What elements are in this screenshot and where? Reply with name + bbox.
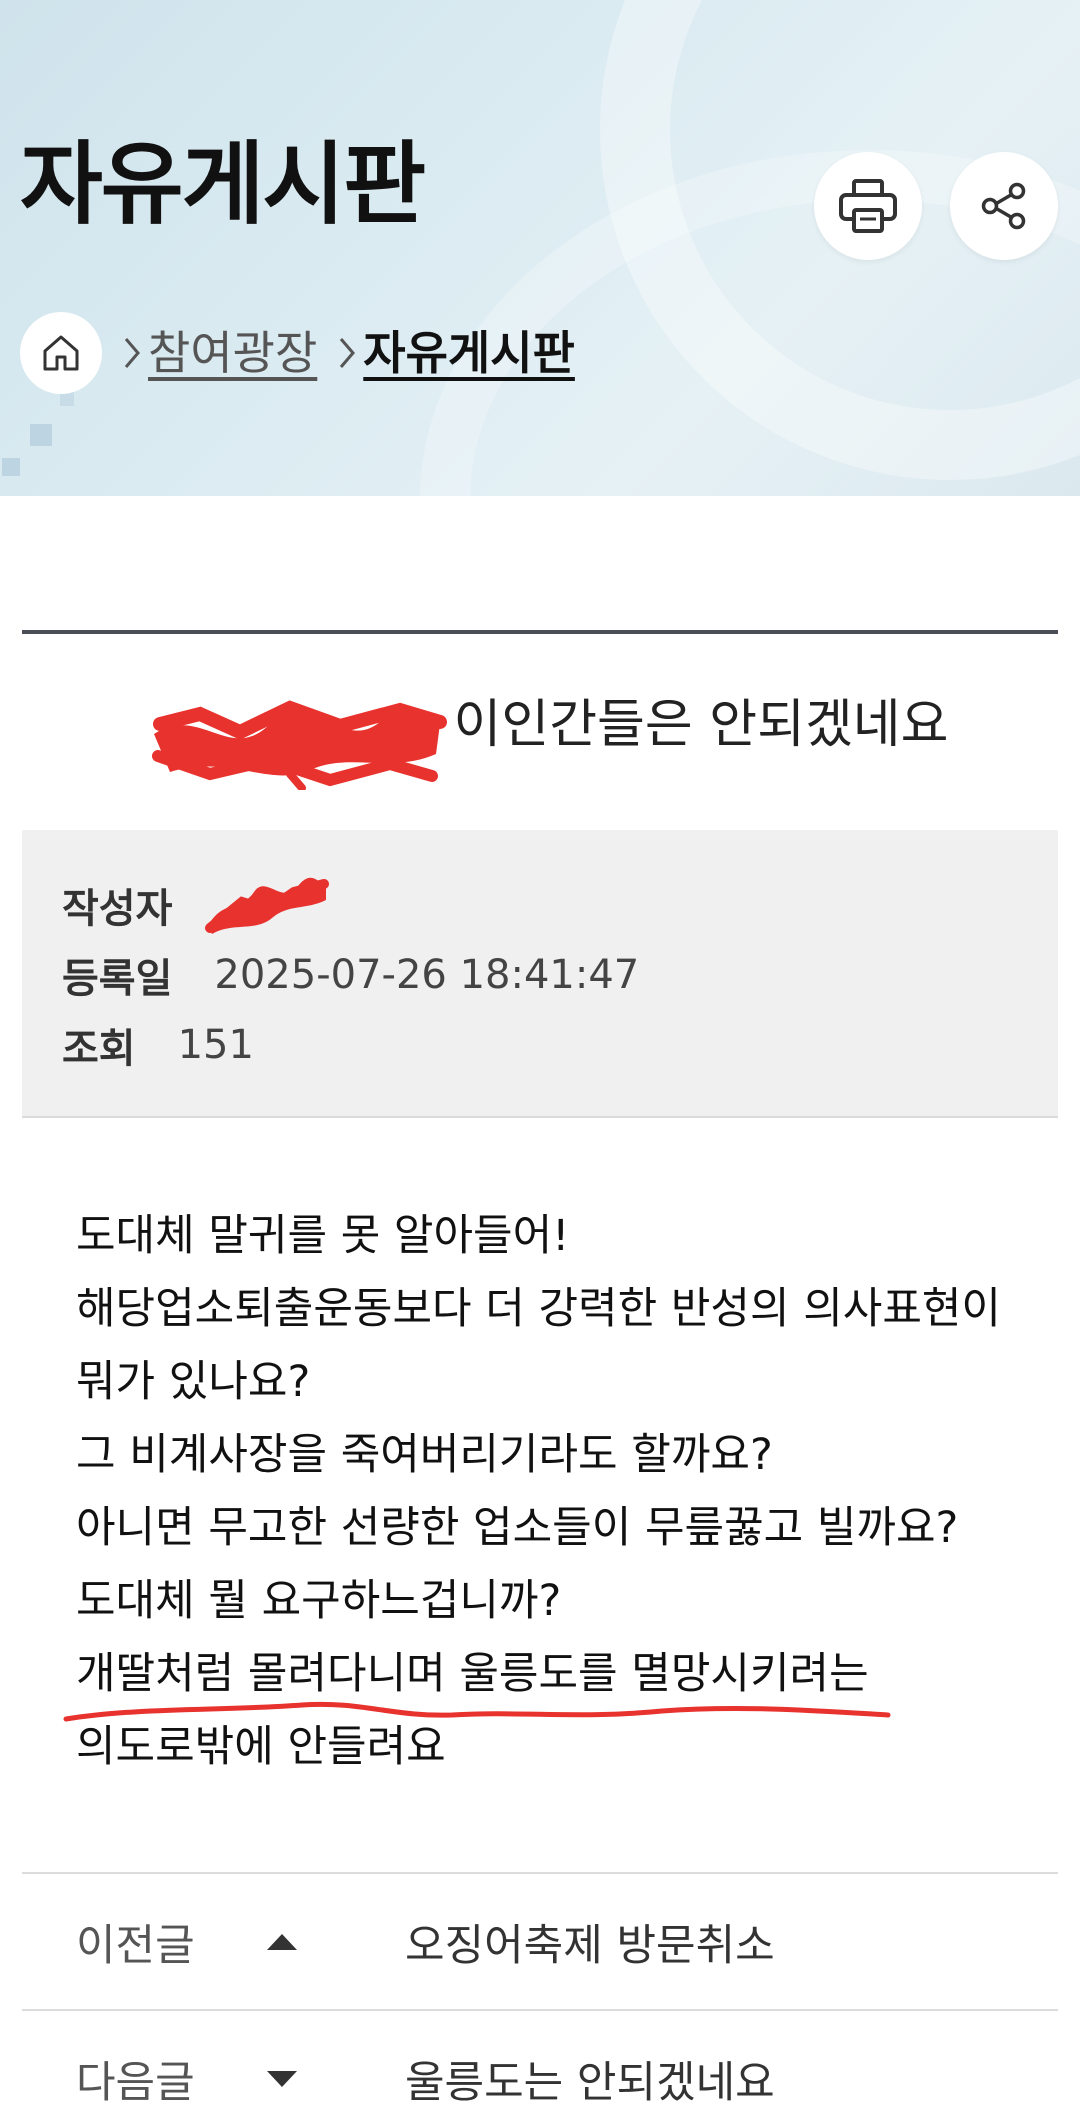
views-value: 151 xyxy=(177,1022,254,1068)
chevron-right-icon xyxy=(337,335,357,371)
chevron-right-icon xyxy=(122,335,142,371)
meta-author-row: 작성자 xyxy=(62,870,1018,940)
meta-date-row: 등록일 2025-07-26 18:41:47 xyxy=(62,940,1018,1010)
home-icon xyxy=(43,335,79,371)
home-button[interactable] xyxy=(20,312,102,394)
redaction-scribble xyxy=(205,877,330,934)
next-post-link[interactable]: 울릉도는 안되겠네요 xyxy=(405,2048,775,2110)
body-line: 아니면 무고한 선량한 업소들이 무릎꿇고 빌까요? xyxy=(76,1503,959,1553)
date-value: 2025-07-26 18:41:47 xyxy=(214,952,640,998)
caret-up-icon xyxy=(231,1932,405,1952)
print-button[interactable] xyxy=(814,152,922,260)
caret-down-icon xyxy=(231,2069,405,2089)
body-line: 뭐가 있나요? xyxy=(76,1357,311,1407)
author-label: 작성자 xyxy=(62,886,173,932)
body-line: 도대체 말귀를 못 알아들어! xyxy=(76,1211,570,1261)
breadcrumb-item-participation[interactable]: 참여광장 xyxy=(148,330,317,376)
redaction-scribble xyxy=(152,700,447,790)
prev-label: 이전글 xyxy=(76,1920,195,1971)
post-body: 도대체 말귀를 못 알아들어! 해당업소퇴출운동보다 더 강력한 반성의 의사표… xyxy=(63,1200,1036,1784)
views-label: 조회 xyxy=(62,1026,136,1072)
next-label: 다음글 xyxy=(76,2057,195,2108)
red-underline-mark xyxy=(63,1701,891,1722)
body-line: 해당업소퇴출운동보다 더 강력한 반성의 의사표현이 xyxy=(76,1284,1001,1334)
next-post-row[interactable]: 다음글 울릉도는 안되겠네요 xyxy=(22,2009,1058,2113)
prev-post-link[interactable]: 오징어축제 방문취소 xyxy=(405,1911,775,1973)
post-meta: 작성자 등록일 2025-07-26 18:41:47 조회 151 xyxy=(22,830,1058,1118)
prev-post-row[interactable]: 이전글 오징어축제 방문취소 xyxy=(22,1872,1058,2009)
post-title-text: 이인간들은 안되겠네요 xyxy=(453,695,949,755)
body-line: 도대체 뭘 요구하느겁니까? xyxy=(76,1576,562,1626)
page-title: 자유게시판 xyxy=(20,132,426,237)
print-icon xyxy=(839,179,897,233)
share-button[interactable] xyxy=(950,152,1058,260)
page: 자유게시판 참여광장 자유게시판 이인간들은 안되겠네요 작성자 등록일 202… xyxy=(0,0,1080,2113)
breadcrumb-item-free-board[interactable]: 자유게시판 xyxy=(363,330,575,376)
header-banner: 자유게시판 참여광장 자유게시판 xyxy=(0,0,1080,496)
body-line: 그 비계사장을 죽여버리기라도 할까요? xyxy=(76,1430,773,1480)
date-label: 등록일 xyxy=(62,956,173,1002)
share-icon xyxy=(981,182,1026,230)
divider xyxy=(22,630,1058,634)
breadcrumb: 참여광장 자유게시판 xyxy=(20,312,575,394)
meta-views-row: 조회 151 xyxy=(62,1010,1018,1080)
